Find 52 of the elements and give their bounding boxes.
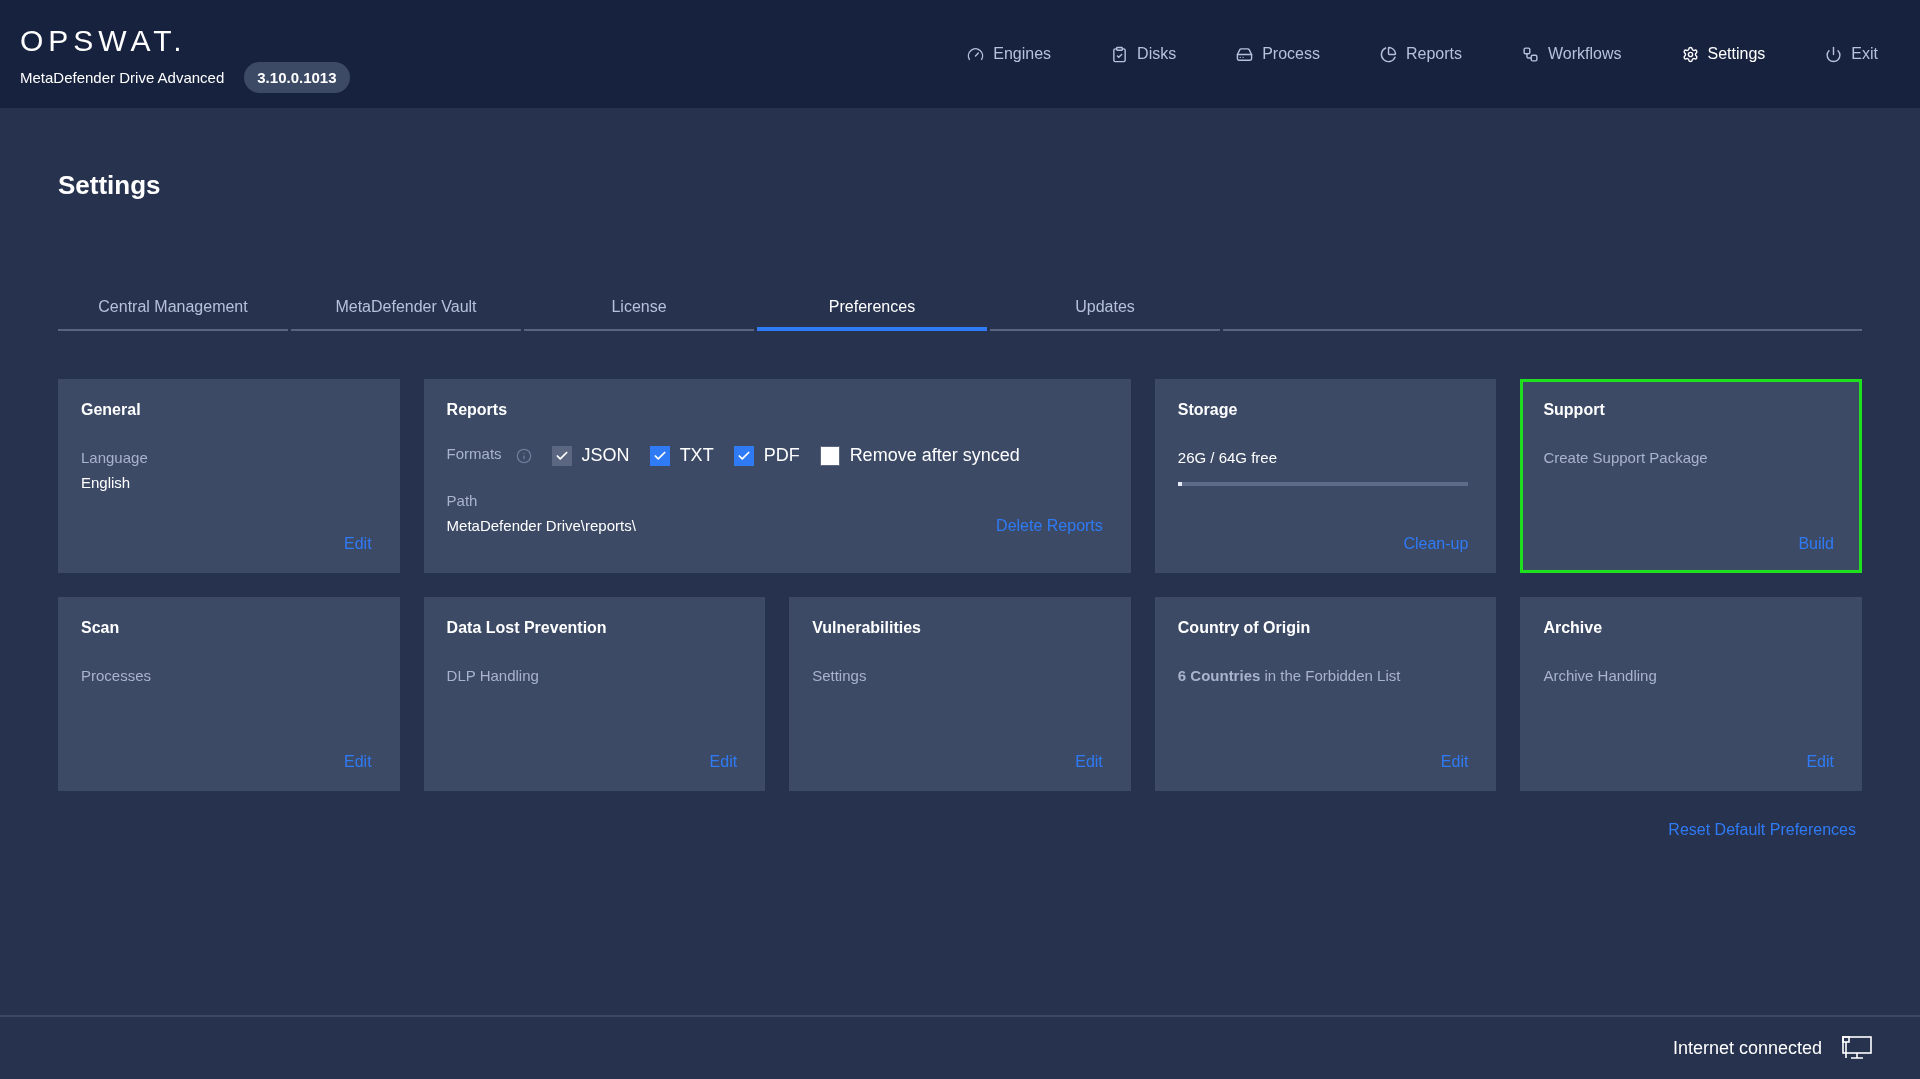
format-checkbox[interactable]: Remove after synced [819, 445, 1020, 466]
network-monitor-icon [1842, 1036, 1872, 1060]
drive-icon [1236, 45, 1254, 63]
settings-icon [1681, 45, 1699, 63]
nav-item[interactable]: Disks [1111, 45, 1177, 63]
workflow-icon [1522, 45, 1539, 63]
card-description: Settings [812, 667, 867, 684]
path-value: MetaDefender Drive\reports\ [446, 517, 636, 534]
product-name: MetaDefender Drive Advanced [20, 68, 225, 86]
card-description: 6 Countries in the Forbidden List [1177, 667, 1401, 684]
card-description: Processes [81, 667, 152, 684]
settings-tab[interactable]: Central Management [58, 298, 288, 331]
card-description: Archive Handling [1543, 667, 1657, 684]
card-title: Data Lost Prevention [446, 619, 608, 637]
card-title: Country of Origin [1177, 619, 1312, 637]
card-title: Archive [1543, 619, 1604, 637]
card-title: Storage [1177, 401, 1239, 419]
card-title: Scan [81, 619, 121, 637]
nav-item[interactable]: Reports [1380, 45, 1462, 63]
field-label: Formats [446, 445, 502, 462]
field-label: Language [81, 449, 148, 466]
nav-item[interactable]: Process [1236, 45, 1320, 63]
nav-item[interactable]: Settings [1681, 45, 1766, 63]
checkbox[interactable] [733, 445, 754, 466]
checkbox[interactable] [819, 445, 840, 466]
power-icon [1825, 45, 1843, 63]
format-checkbox[interactable]: PDF [733, 445, 800, 466]
card-title: General [81, 401, 142, 419]
connection-status: Internet connected [1672, 1037, 1822, 1059]
storage-reading: 26G / 64G free [1177, 449, 1278, 466]
version-badge: 3.10.0.1013 [244, 61, 350, 93]
nav-item[interactable]: Exit [1825, 45, 1878, 63]
card-title: Reports [446, 401, 509, 419]
card-description: DLP Handling [446, 667, 539, 684]
clipboard-icon [1111, 45, 1129, 63]
card-description: Create Support Package [1543, 449, 1708, 466]
checkbox[interactable] [649, 445, 670, 466]
gauge-icon [967, 45, 985, 63]
settings-tab[interactable]: License [524, 298, 754, 331]
nav-item[interactable]: Engines [967, 45, 1052, 63]
logo: OPSWAT. [20, 25, 188, 56]
card-title: Support [1543, 401, 1606, 419]
settings-tab[interactable]: MetaDefender Vault [291, 298, 521, 331]
field-label: Path [446, 492, 478, 509]
nav-item[interactable]: Workflows [1522, 45, 1622, 63]
format-checkbox[interactable]: TXT [649, 445, 714, 466]
field-value: English [81, 474, 131, 491]
card-title: Vulnerabilities [812, 619, 922, 637]
pie-chart-icon [1380, 45, 1397, 63]
page-title: Settings [58, 169, 162, 201]
settings-tab[interactable]: Updates [990, 298, 1220, 331]
settings-tab[interactable]: Preferences [757, 298, 987, 331]
